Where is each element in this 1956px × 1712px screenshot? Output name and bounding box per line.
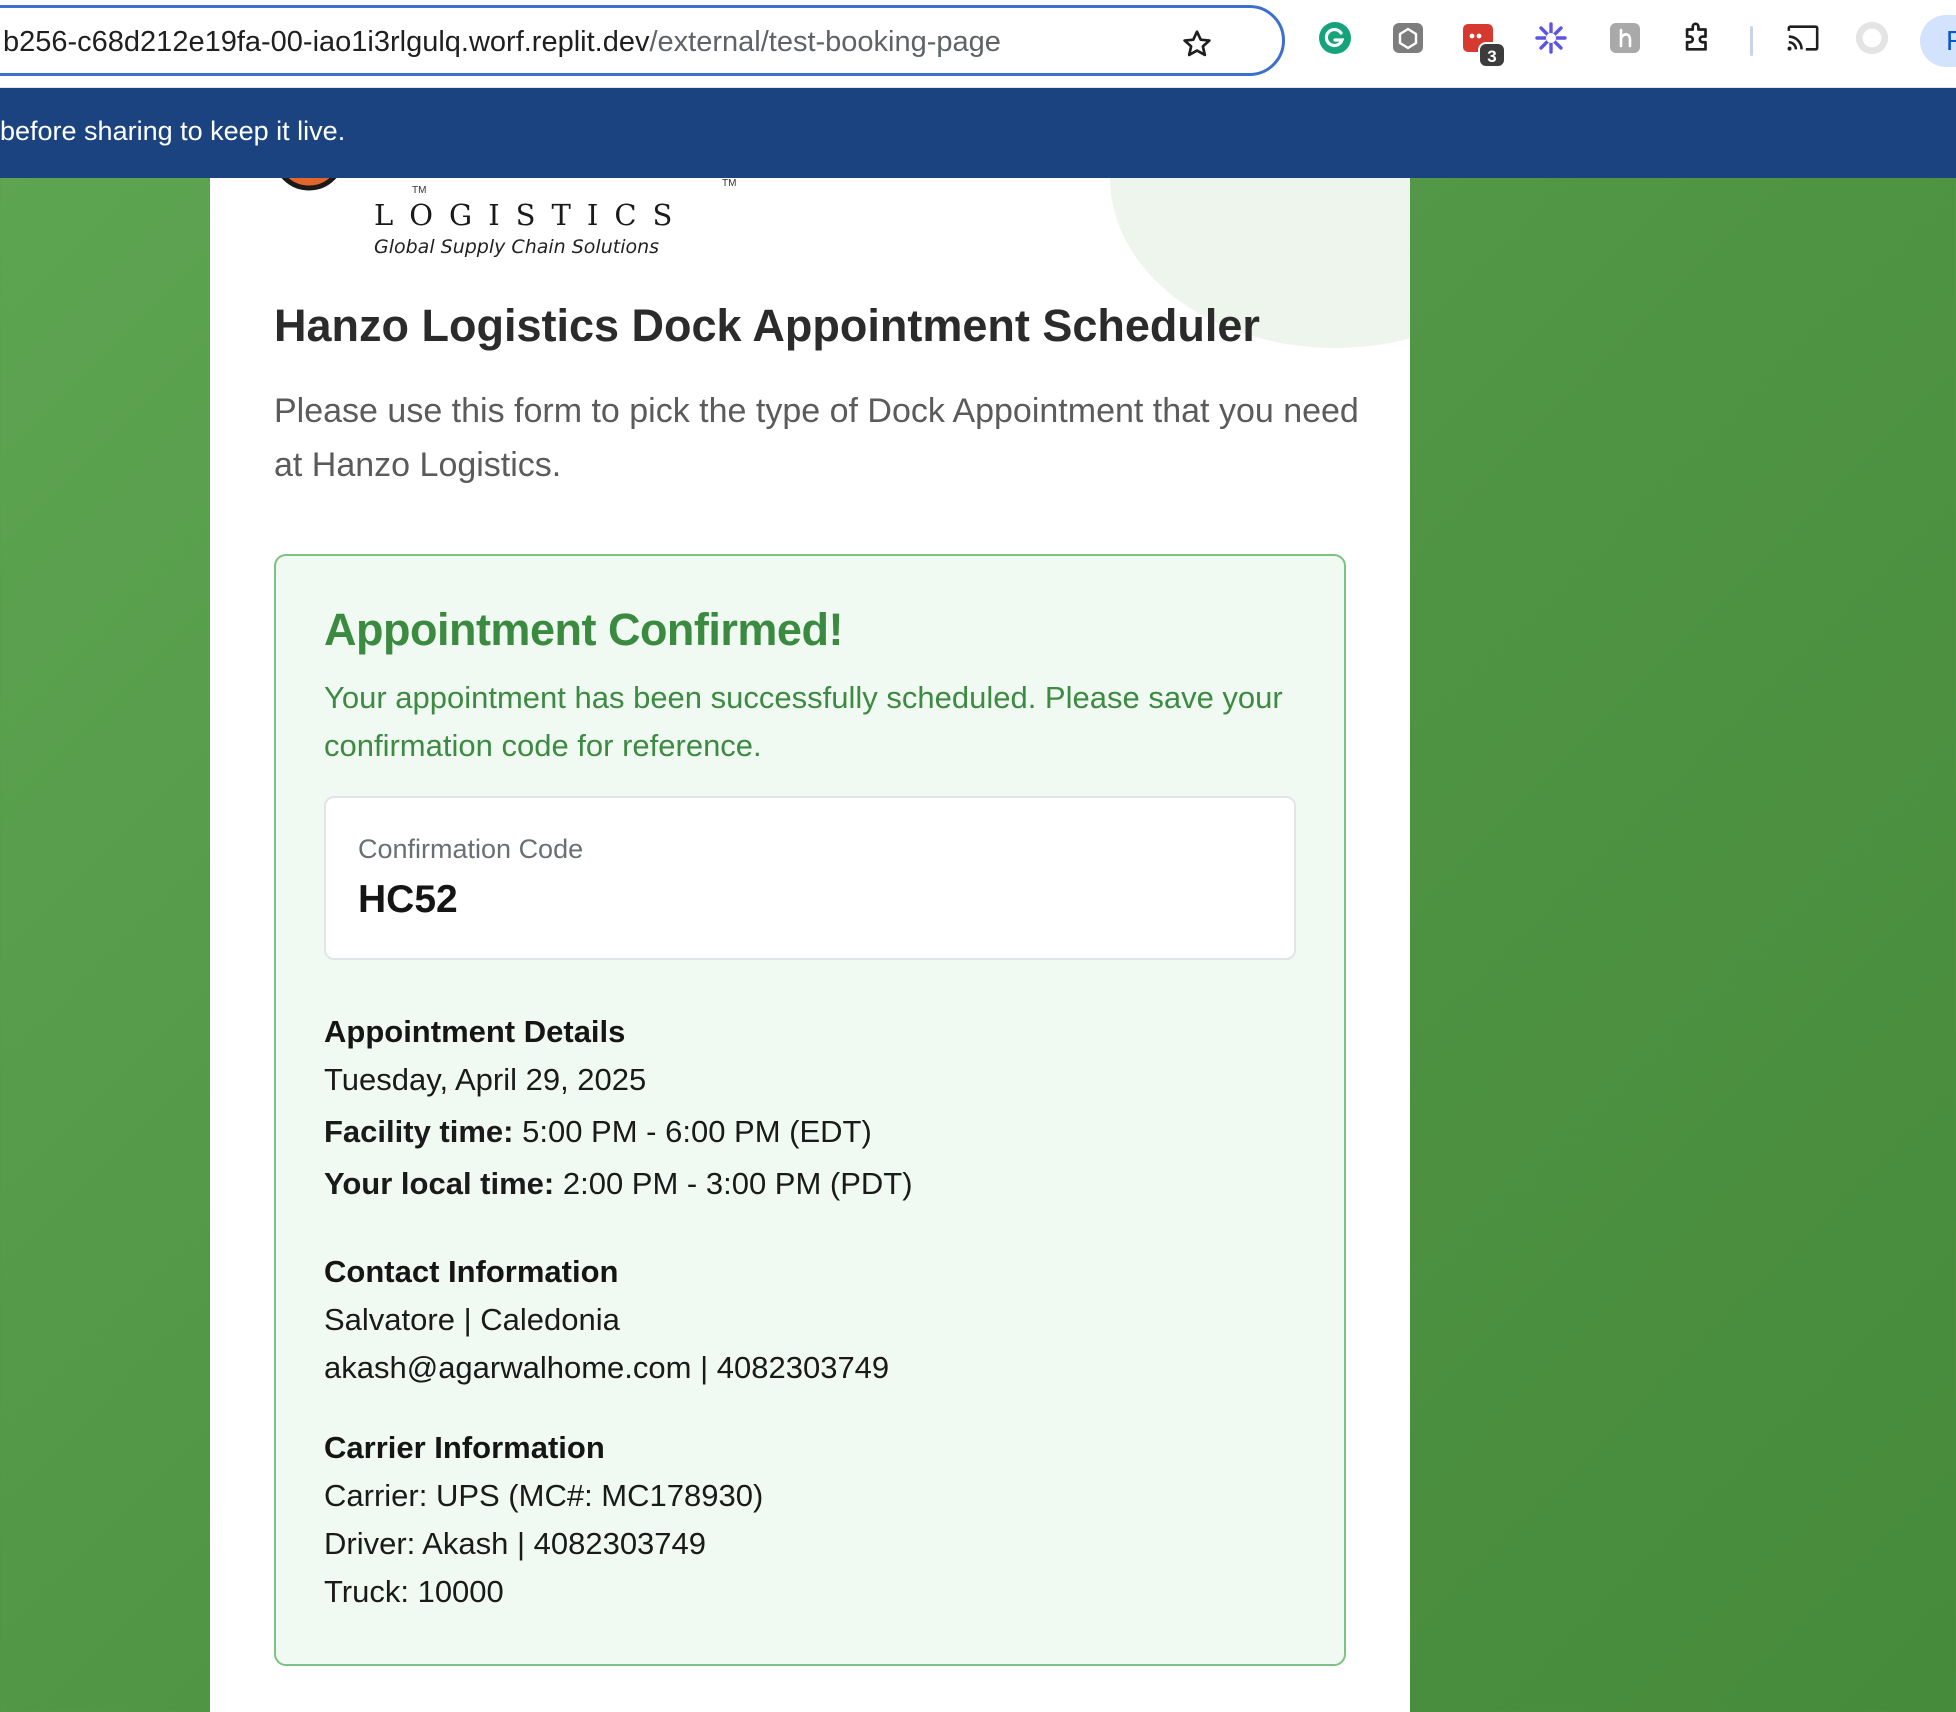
logo-tagline: Global Supply Chain Solutions (374, 236, 660, 258)
page-card: TM TM LOGISTICS Global Supply Chain Solu… (210, 178, 1410, 1712)
notice-banner: before sharing to keep it live. (0, 88, 1956, 178)
confirmation-message: Your appointment has been successfully s… (324, 680, 1283, 763)
appointment-details-heading: Appointment Details (324, 1014, 626, 1049)
contact-information-heading: Contact Information (324, 1254, 619, 1289)
page-subtitle: Please use this form to pick the type of… (274, 392, 1359, 484)
contact-name-line: Salvatore | Caledonia (324, 1302, 620, 1337)
local-time-value: 2:00 PM - 3:00 PM (PDT) (554, 1166, 913, 1201)
asterisk-extension-icon[interactable] (1534, 21, 1568, 55)
truck-line: Truck: 10000 (324, 1574, 504, 1609)
browser-toolbar: b256-c68d212e19fa-00-iao1i3rlgulq.worf.r… (0, 0, 1956, 88)
url-host: b256-c68d212e19fa-00-iao1i3rlgulq.worf.r… (3, 26, 650, 58)
appointment-date: Tuesday, April 29, 2025 (324, 1062, 647, 1097)
carrier-information-heading: Carrier Information (324, 1430, 605, 1465)
confirmation-panel: Appointment Confirmed! Your appointment … (274, 554, 1346, 1666)
star-icon[interactable] (1181, 28, 1213, 60)
driver-line: Driver: Akash | 4082303749 (324, 1526, 707, 1561)
appointment-details-section: Appointment Details Tuesday, April 29, 2… (324, 1008, 1304, 1208)
confirmation-code-label: Confirmation Code (358, 834, 584, 864)
toolbar-divider (1750, 26, 1753, 56)
logo-mark-icon (281, 178, 337, 191)
facility-time-value: 5:00 PM - 6:00 PM (EDT) (513, 1114, 872, 1149)
url-path: /external/test-booking-page (649, 26, 1001, 58)
trademark-mark: TM (722, 178, 737, 189)
confirmation-title: Appointment Confirmed! (324, 604, 843, 655)
profile-avatar[interactable]: R (1920, 15, 1956, 67)
carrier-line: Carrier: UPS (MC#: MC178930) (324, 1478, 764, 1513)
cast-icon[interactable] (1786, 21, 1820, 55)
page-title: Hanzo Logistics Dock Appointment Schedul… (274, 300, 1260, 351)
grammarly-icon[interactable] (1318, 21, 1352, 55)
local-time-label: Your local time: (324, 1166, 555, 1201)
contact-email-phone-line: akash@agarwalhome.com | 4082303749 (324, 1350, 890, 1385)
extension-icon[interactable] (1391, 21, 1425, 55)
local-time: Your local time: 2:00 PM - 3:00 PM (PDT) (324, 1160, 1304, 1208)
trademark-mark: TM (412, 185, 427, 196)
profile-icon[interactable] (1855, 21, 1889, 55)
contact-information-section: Contact Information Salvatore | Caledoni… (324, 1248, 1304, 1392)
hanzo-logo: TM TM LOGISTICS Global Supply Chain Solu… (274, 178, 736, 270)
logo-wordmark: LOGISTICS (374, 198, 689, 232)
extension-badge-count: 3 (1478, 42, 1506, 68)
facility-time: Facility time: 5:00 PM - 6:00 PM (EDT) (324, 1104, 1304, 1160)
carrier-information-section: Carrier Information Carrier: UPS (MC#: M… (324, 1424, 1304, 1616)
confirmation-code-box: Confirmation Code HC52 (324, 796, 1296, 960)
address-bar[interactable]: b256-c68d212e19fa-00-iao1i3rlgulq.worf.r… (0, 5, 1285, 76)
notice-text: before sharing to keep it live. (0, 116, 346, 146)
extension-icon[interactable] (1608, 21, 1642, 55)
extensions-puzzle-icon[interactable] (1680, 21, 1714, 55)
url-text[interactable]: b256-c68d212e19fa-00-iao1i3rlgulq.worf.r… (3, 26, 1001, 59)
confirmation-code-value: HC52 (358, 878, 458, 921)
facility-time-label: Facility time: (324, 1114, 514, 1149)
